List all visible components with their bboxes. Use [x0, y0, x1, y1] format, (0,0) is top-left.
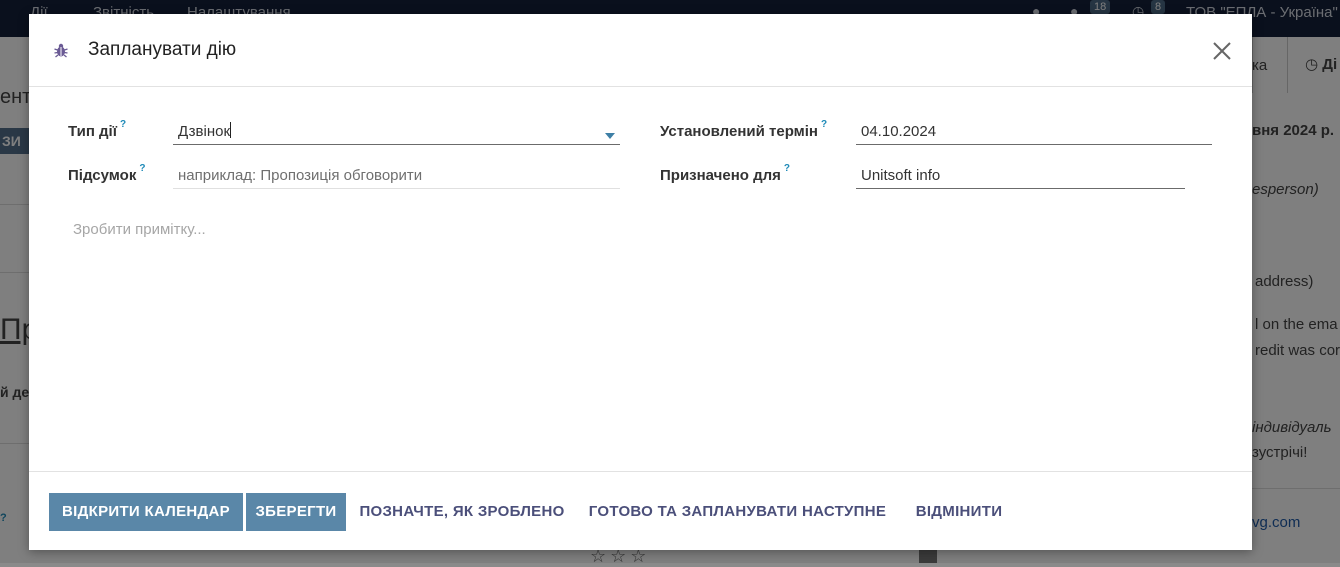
- open-calendar-button[interactable]: ВІДКРИТИ КАЛЕНДАР: [49, 493, 243, 531]
- summary-input[interactable]: наприклад: Пропозиція обговорити: [173, 163, 620, 189]
- help-icon[interactable]: ?: [784, 163, 790, 174]
- activity-type-label: Тип дії?: [68, 119, 127, 140]
- done-schedule-next-button[interactable]: ГОТОВО ТА ЗАПЛАНУВАТИ НАСТУПНЕ: [586, 493, 889, 531]
- activity-type-select[interactable]: Дзвінок: [173, 119, 620, 145]
- mark-done-button[interactable]: ПОЗНАЧТЕ, ЯК ЗРОБЛЕНО: [358, 493, 566, 531]
- due-date-input[interactable]: 04.10.2024: [856, 119, 1212, 145]
- close-icon[interactable]: [1211, 40, 1233, 62]
- cancel-button[interactable]: ВІДМІНИТИ: [909, 493, 1009, 531]
- dialog-title: Запланувати дію: [88, 39, 237, 60]
- schedule-activity-dialog: Запланувати дію Тип дії? Дзвінок Підсумо…: [29, 14, 1252, 550]
- save-button[interactable]: ЗБЕРЕГТИ: [246, 493, 346, 531]
- note-editor[interactable]: Зробити примітку...: [73, 221, 206, 238]
- bug-icon: [54, 43, 68, 58]
- help-icon[interactable]: ?: [139, 163, 145, 174]
- summary-label: Підсумок?: [68, 163, 146, 184]
- help-icon[interactable]: ?: [821, 119, 827, 130]
- text-cursor: [230, 122, 232, 138]
- chevron-down-icon[interactable]: [605, 133, 615, 139]
- assigned-to-label: Призначено для?: [660, 163, 791, 184]
- due-date-label: Установлений термін?: [660, 119, 828, 140]
- dialog-header: Запланувати дію: [29, 14, 1252, 87]
- assigned-to-select[interactable]: Unitsoft info: [856, 163, 1185, 189]
- help-icon[interactable]: ?: [120, 119, 126, 130]
